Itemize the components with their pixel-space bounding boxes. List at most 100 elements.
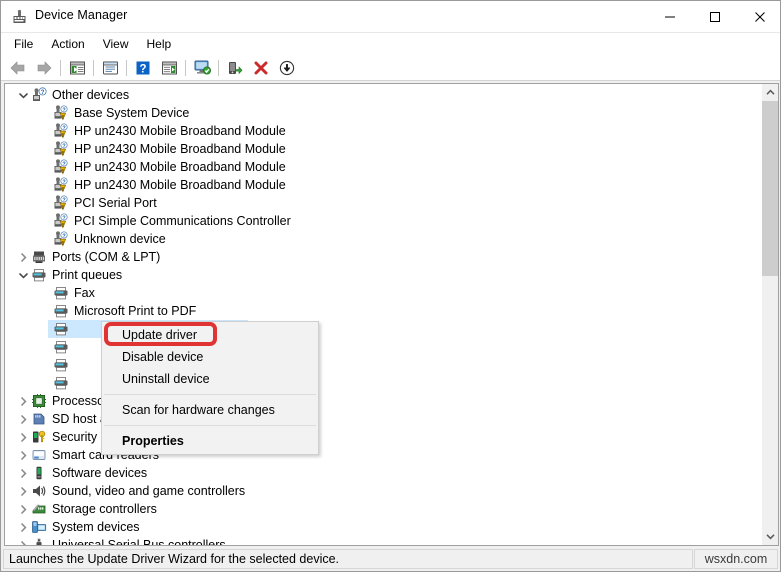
expand-chevron-icon[interactable] bbox=[37, 140, 53, 158]
processor-icon bbox=[31, 393, 47, 409]
expand-chevron-icon[interactable] bbox=[15, 86, 31, 104]
expand-chevron-icon[interactable] bbox=[37, 230, 53, 248]
svg-text:?: ? bbox=[62, 197, 65, 203]
context-menu-item[interactable]: Scan for hardware changes bbox=[102, 399, 318, 421]
context-menu-item[interactable]: Properties bbox=[102, 430, 318, 452]
show-hide-action-pane-icon[interactable] bbox=[157, 56, 181, 80]
tree-item-label: Sound, video and game controllers bbox=[52, 484, 246, 498]
expand-chevron-icon[interactable] bbox=[15, 266, 31, 284]
tree-item[interactable]: Sound, video and game controllers bbox=[5, 482, 760, 500]
tree-item-label: Other devices bbox=[52, 88, 130, 102]
scroll-down-button[interactable] bbox=[762, 528, 778, 545]
tree-item[interactable]: Ports (COM & LPT) bbox=[5, 248, 760, 266]
svg-text:?: ? bbox=[41, 90, 45, 96]
tree-item[interactable]: ? HP un2430 Mobile Broadband Module bbox=[5, 122, 760, 140]
svg-text:?: ? bbox=[62, 125, 65, 131]
expand-chevron-icon[interactable] bbox=[37, 302, 53, 320]
expand-chevron-icon[interactable] bbox=[37, 122, 53, 140]
menu-view[interactable]: View bbox=[94, 35, 138, 53]
tree-item[interactable]: Software devices bbox=[5, 464, 760, 482]
expand-chevron-icon[interactable] bbox=[15, 536, 31, 545]
tree-item[interactable]: ? HP un2430 Mobile Broadband Module bbox=[5, 158, 760, 176]
expand-chevron-icon[interactable] bbox=[37, 176, 53, 194]
maximize-button[interactable] bbox=[692, 1, 737, 32]
expand-chevron-icon[interactable] bbox=[15, 464, 31, 482]
status-bar: Launches the Update Driver Wizard for th… bbox=[1, 547, 780, 571]
expand-chevron-icon[interactable] bbox=[37, 284, 53, 302]
tree-item-label: PCI Serial Port bbox=[74, 196, 157, 210]
expand-chevron-icon[interactable] bbox=[15, 446, 31, 464]
sound-controller-icon bbox=[31, 483, 47, 499]
expand-chevron-icon[interactable] bbox=[15, 482, 31, 500]
tree-item[interactable]: Storage controllers bbox=[5, 500, 760, 518]
back-arrow-icon[interactable] bbox=[6, 56, 30, 80]
tree-item[interactable]: Print queues bbox=[5, 266, 760, 284]
tree-item[interactable]: ? Base System Device bbox=[5, 104, 760, 122]
expand-chevron-icon[interactable] bbox=[37, 158, 53, 176]
device-tree[interactable]: ? Other devices? Base System Device? HP un2… bbox=[5, 86, 760, 545]
context-menu-item[interactable]: Uninstall device bbox=[102, 368, 318, 390]
show-hide-console-tree-icon[interactable] bbox=[65, 56, 89, 80]
tree-item[interactable]: Fax bbox=[5, 284, 760, 302]
tree-item[interactable]: ? Other devices bbox=[5, 86, 760, 104]
tree-item-label: PCI Simple Communications Controller bbox=[74, 214, 291, 228]
tree-item[interactable]: ? HP un2430 Mobile Broadband Module bbox=[5, 140, 760, 158]
context-menu[interactable]: Update driver Disable device Uninstall dev… bbox=[101, 321, 319, 455]
tree-item-label: Base System Device bbox=[74, 106, 190, 120]
warning-device-icon: ? bbox=[53, 159, 69, 175]
tree-item-label: HP un2430 Mobile Broadband Module bbox=[74, 124, 286, 138]
status-text: Launches the Update Driver Wizard for th… bbox=[9, 552, 340, 566]
scrollbar-thumb[interactable] bbox=[762, 101, 778, 276]
tree-item[interactable]: ? HP un2430 Mobile Broadband Module bbox=[5, 176, 760, 194]
scroll-up-button[interactable] bbox=[762, 84, 778, 101]
menu-action[interactable]: Action bbox=[42, 35, 93, 53]
tree-item[interactable]: System devices bbox=[5, 518, 760, 536]
close-button[interactable] bbox=[737, 1, 780, 32]
tree-item[interactable]: ? Unknown device bbox=[5, 230, 760, 248]
disable-device-icon[interactable] bbox=[275, 56, 299, 80]
expand-chevron-icon[interactable] bbox=[15, 500, 31, 518]
expand-chevron-icon[interactable] bbox=[37, 104, 53, 122]
expand-chevron-icon[interactable] bbox=[15, 410, 31, 428]
forward-arrow-icon[interactable] bbox=[32, 56, 56, 80]
expand-chevron-icon[interactable] bbox=[15, 248, 31, 266]
tree-item[interactable]: ? PCI Serial Port bbox=[5, 194, 760, 212]
tree-item-label: Ports (COM & LPT) bbox=[52, 250, 161, 264]
printer-icon bbox=[53, 285, 69, 301]
software-device-icon bbox=[31, 465, 47, 481]
expand-chevron-icon[interactable] bbox=[37, 320, 53, 338]
svg-text:?: ? bbox=[62, 233, 65, 239]
device-tree-panel: ? Other devices? Base System Device? HP un2… bbox=[4, 83, 779, 546]
watermark: wsxdn.com bbox=[694, 549, 778, 569]
printer-icon bbox=[53, 303, 69, 319]
tree-item-label: Storage controllers bbox=[52, 502, 157, 516]
help-icon[interactable]: ? bbox=[131, 56, 155, 80]
tree-item[interactable]: ? PCI Simple Communications Controller bbox=[5, 212, 760, 230]
tree-item[interactable]: Microsoft Print to PDF bbox=[5, 302, 760, 320]
uninstall-device-icon[interactable] bbox=[249, 56, 273, 80]
device-manager-icon bbox=[11, 9, 28, 26]
expand-chevron-icon[interactable] bbox=[37, 212, 53, 230]
expand-chevron-icon[interactable] bbox=[37, 194, 53, 212]
update-driver-icon[interactable] bbox=[223, 56, 247, 80]
title-bar: Device Manager bbox=[1, 1, 780, 33]
minimize-button[interactable] bbox=[647, 1, 692, 32]
svg-text:?: ? bbox=[62, 107, 65, 113]
expand-chevron-icon[interactable] bbox=[37, 338, 53, 356]
expand-chevron-icon[interactable] bbox=[15, 428, 31, 446]
expand-chevron-icon[interactable] bbox=[37, 356, 53, 374]
properties-icon[interactable] bbox=[98, 56, 122, 80]
expand-chevron-icon[interactable] bbox=[37, 374, 53, 392]
toolbar-separator bbox=[126, 59, 127, 76]
tree-item[interactable]: Universal Serial Bus controllers bbox=[5, 536, 760, 545]
menu-file[interactable]: File bbox=[5, 35, 42, 53]
vertical-scrollbar[interactable] bbox=[761, 84, 778, 545]
context-menu-item[interactable]: Disable device bbox=[102, 346, 318, 368]
menu-help[interactable]: Help bbox=[138, 35, 181, 53]
context-menu-item[interactable]: Update driver bbox=[102, 324, 318, 346]
security-device-icon bbox=[31, 429, 47, 445]
warning-device-icon: ? bbox=[53, 123, 69, 139]
expand-chevron-icon[interactable] bbox=[15, 518, 31, 536]
scan-for-hardware-changes-icon[interactable] bbox=[190, 56, 214, 80]
expand-chevron-icon[interactable] bbox=[15, 392, 31, 410]
